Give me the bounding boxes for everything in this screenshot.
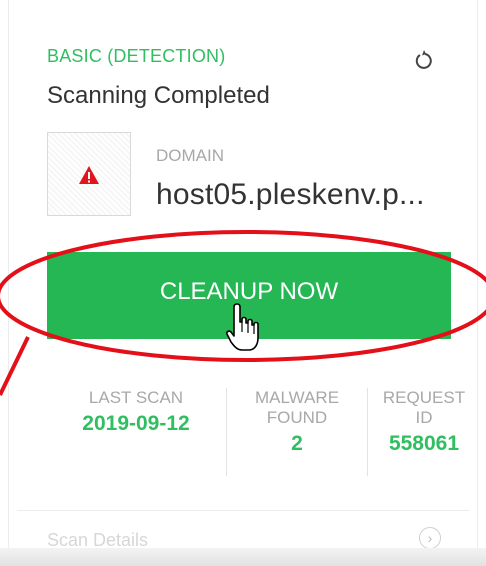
stat-label: FOUND: [266, 408, 328, 427]
stat-value: 558061: [388, 432, 460, 455]
scan-stats: LAST SCAN 2019-09-12 MALWARE FOUND 2 REQ…: [47, 388, 477, 488]
domain-label: DOMAIN: [156, 146, 224, 165]
stat-request-id: REQUEST ID 558061: [369, 388, 479, 454]
stat-label: REQUEST: [382, 388, 466, 407]
stat-value: 2019-09-12: [82, 412, 190, 435]
domain-value: host05.pleskenv.p...: [156, 178, 425, 211]
stat-divider: [367, 388, 368, 476]
stat-label: MALWARE: [254, 388, 340, 407]
stat-malware-found: MALWARE FOUND 2: [227, 388, 367, 454]
plan-label: BASIC (DETECTION): [47, 46, 226, 66]
site-thumbnail: [47, 132, 131, 216]
scan-status: Scanning Completed: [47, 82, 270, 109]
hand-pointer-icon: [226, 303, 259, 351]
torn-edge: [0, 548, 486, 566]
refresh-icon[interactable]: [412, 48, 436, 72]
footer-divider: [17, 510, 469, 511]
chevron-right-icon[interactable]: ›: [419, 527, 441, 549]
stat-last-scan: LAST SCAN 2019-09-12: [47, 388, 225, 434]
stat-value: 2: [291, 432, 303, 455]
warning-triangle-icon: [79, 166, 99, 184]
stat-label: ID: [415, 408, 433, 427]
stat-label: LAST SCAN: [88, 388, 184, 407]
